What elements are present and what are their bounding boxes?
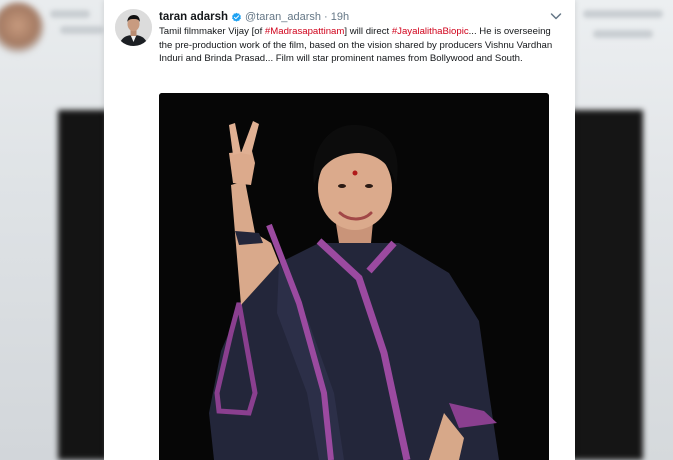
author-handle[interactable]: @taran_adarsh [245,11,321,23]
background-blurred-photo [58,110,108,460]
tweet-timestamp[interactable]: 19h [331,11,349,23]
background-blurred-photo [563,110,643,460]
verified-badge-icon [231,12,242,23]
background-blurred-text [60,26,104,34]
hashtag-link[interactable]: #JayalalithaBiopic [392,26,469,37]
background-blurred-text [593,30,653,38]
avatar[interactable] [115,9,152,46]
header-separator: · [324,11,328,23]
tweet-text-segment: ] will direct [344,26,392,37]
tweet-header: taran adarsh @taran_adarsh · 19h [159,9,555,25]
tweet-text-segment: Tamil filmmaker Vijay [of [159,26,265,37]
background-blurred-text [583,10,663,18]
tweet-photo[interactable] [159,93,549,460]
tweet-card: taran adarsh @taran_adarsh · 19h Tamil f… [104,0,575,460]
chevron-down-icon[interactable] [549,9,563,23]
background-blurred-text [50,10,90,18]
hashtag-link[interactable]: #Madrasapattinam [265,26,344,37]
tweet-text: Tamil filmmaker Vijay [of #Madrasapattin… [159,25,564,66]
author-name[interactable]: taran adarsh [159,11,228,23]
